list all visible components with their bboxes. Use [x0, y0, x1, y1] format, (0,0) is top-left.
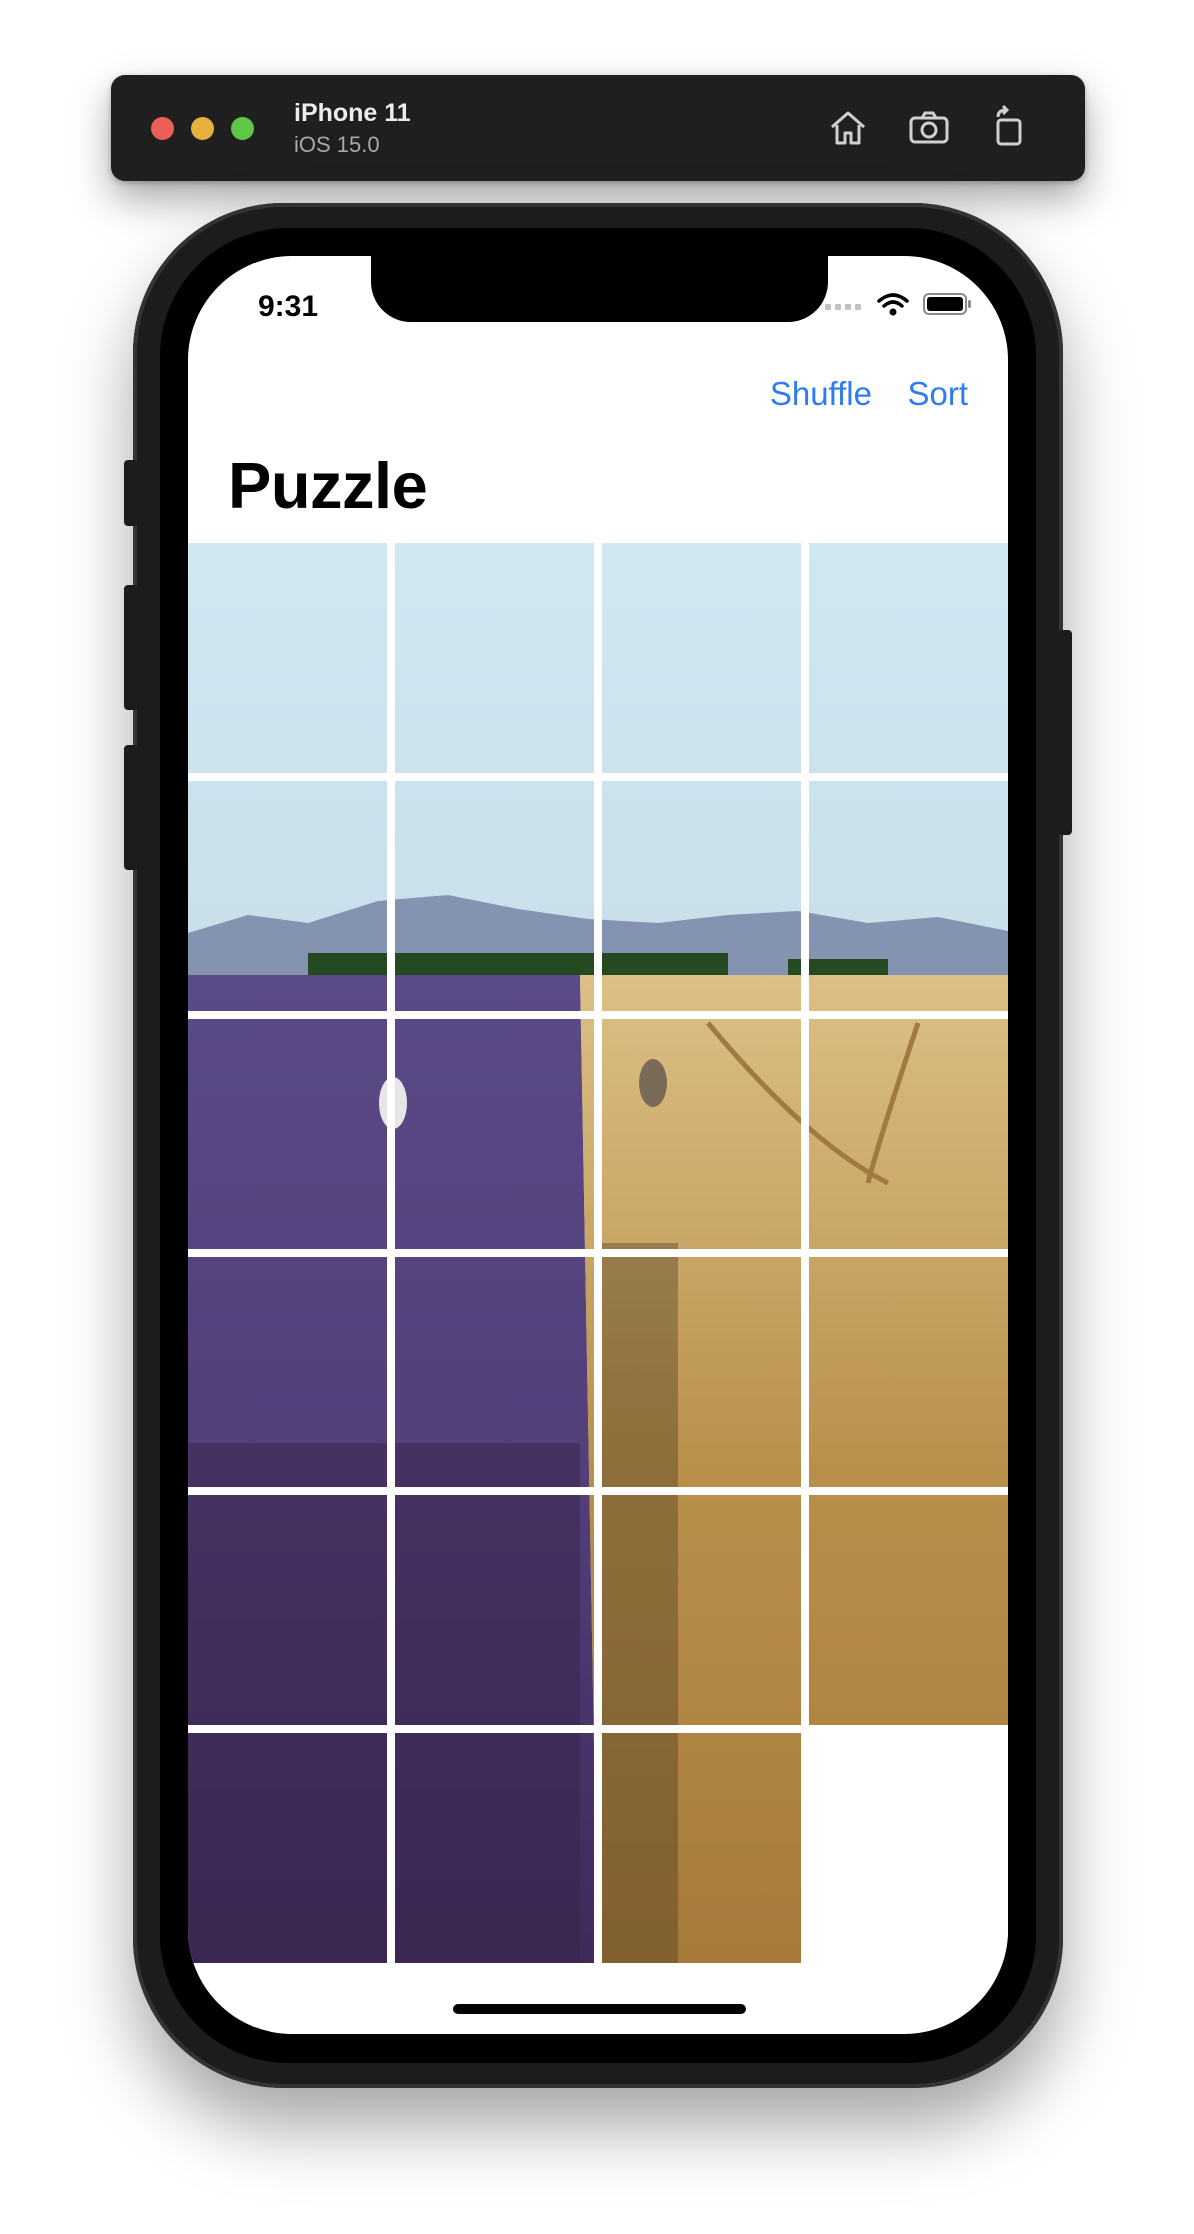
zoom-window-button[interactable] [231, 117, 254, 140]
status-icons [825, 292, 973, 321]
puzzle-tile[interactable] [809, 1495, 1008, 1725]
shuffle-button[interactable]: Shuffle [770, 375, 872, 413]
home-icon[interactable] [823, 103, 873, 153]
puzzle-tile[interactable] [395, 1733, 594, 1963]
device-os-version: iOS 15.0 [294, 132, 380, 157]
mute-switch [124, 460, 138, 526]
puzzle-tile[interactable] [395, 1495, 594, 1725]
puzzle-tile[interactable] [395, 1019, 594, 1249]
puzzle-tile[interactable] [188, 1019, 387, 1249]
puzzle-tile[interactable] [395, 1257, 594, 1487]
puzzle-tile[interactable] [602, 1257, 801, 1487]
puzzle-tile[interactable] [809, 781, 1008, 1011]
signal-icon [825, 298, 863, 316]
puzzle-tile[interactable] [188, 1733, 387, 1963]
simulator-toolbar: iPhone 11 iOS 15.0 [111, 75, 1085, 181]
puzzle-tile[interactable] [602, 1495, 801, 1725]
minimize-window-button[interactable] [191, 117, 214, 140]
close-window-button[interactable] [151, 117, 174, 140]
power-button [1058, 630, 1072, 835]
status-time: 9:31 [258, 290, 319, 323]
page-title: Puzzle [228, 449, 428, 522]
puzzle-grid [188, 543, 1008, 1965]
sort-button[interactable]: Sort [907, 375, 968, 413]
wifi-icon [877, 292, 909, 321]
home-indicator[interactable] [453, 2004, 746, 2014]
rotate-icon[interactable] [984, 103, 1034, 153]
puzzle-tile[interactable] [188, 1257, 387, 1487]
puzzle-tile[interactable] [602, 1733, 801, 1963]
puzzle-tile[interactable] [602, 781, 801, 1011]
puzzle-tile[interactable] [188, 781, 387, 1011]
puzzle-tile[interactable] [188, 543, 387, 773]
puzzle-tile[interactable] [809, 543, 1008, 773]
puzzle-tile[interactable] [395, 543, 594, 773]
screenshot-icon[interactable] [904, 103, 954, 153]
device-name: iPhone 11 [294, 99, 411, 127]
puzzle-tile[interactable] [395, 781, 594, 1011]
notch [371, 256, 828, 322]
puzzle-tile[interactable] [809, 1019, 1008, 1249]
phone-screen: 9:31 Shuffle Sort Puzzle [188, 256, 1008, 2034]
puzzle-tile[interactable] [809, 1257, 1008, 1487]
puzzle-tile[interactable] [602, 1019, 801, 1249]
puzzle-empty-slot [809, 1733, 1008, 1963]
puzzle-tile[interactable] [188, 1495, 387, 1725]
battery-icon [923, 293, 973, 320]
volume-down-button [124, 745, 138, 870]
puzzle-tile[interactable] [602, 543, 801, 773]
volume-up-button [124, 585, 138, 710]
